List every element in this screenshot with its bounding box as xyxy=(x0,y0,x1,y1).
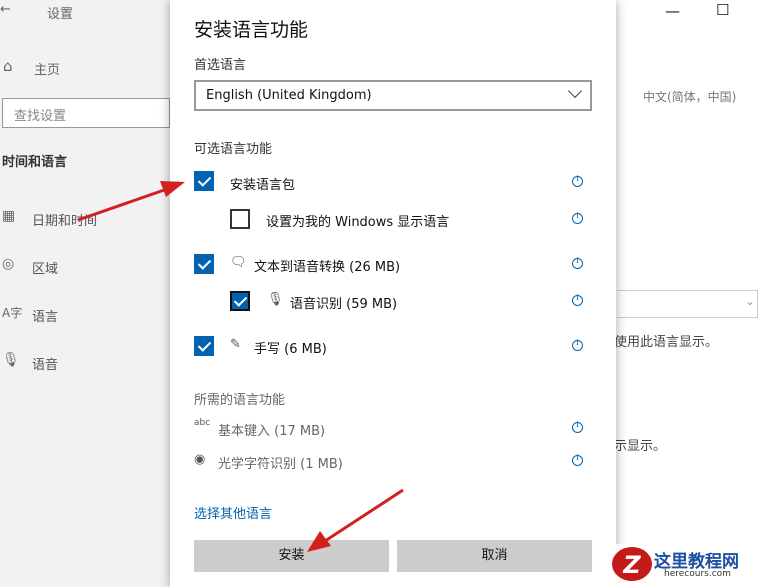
info-icon[interactable] xyxy=(572,211,583,224)
handwriting-checkbox[interactable] xyxy=(194,336,214,356)
install-language-pack-checkbox[interactable] xyxy=(194,171,214,191)
nav-home-label: 主页 xyxy=(34,63,61,78)
watermark-badge-letter: Z xyxy=(623,551,641,579)
info-icon[interactable] xyxy=(572,256,583,269)
text-to-speech-checkbox[interactable] xyxy=(194,254,214,274)
abc-icon: abc xyxy=(194,418,211,428)
home-icon: ⌂ xyxy=(3,57,13,75)
nav-item-label: 日期和时间 xyxy=(32,214,98,229)
cancel-button-label: 取消 xyxy=(481,548,508,563)
nav-item-label: 语音 xyxy=(32,358,59,373)
optional-features-heading: 可选语言功能 xyxy=(194,142,273,157)
preferred-language-select[interactable]: English (United Kingdom) xyxy=(194,80,592,111)
nav-item-label: 语言 xyxy=(32,310,59,325)
choose-other-language-link[interactable]: 选择其他语言 xyxy=(194,503,272,522)
info-icon[interactable] xyxy=(572,174,583,187)
info-icon[interactable] xyxy=(572,293,583,306)
globe-icon: ◎ xyxy=(2,256,15,272)
back-button[interactable]: ← xyxy=(0,2,11,17)
set-display-language-label: 设置为我的 Windows 显示语言 xyxy=(266,215,450,230)
search-input[interactable]: 查找设置 xyxy=(2,98,170,128)
speech-recognition-checkbox[interactable] xyxy=(230,291,250,311)
section-heading: 时间和语言 xyxy=(2,155,68,170)
calendar-clock-icon: ▦ xyxy=(2,208,16,224)
basic-typing-label: 基本键入 (17 MB) xyxy=(218,424,326,439)
display-text-partial: 示显示。 xyxy=(614,439,667,454)
nav-item-language[interactable]: A字 语言 xyxy=(0,303,170,327)
info-icon[interactable] xyxy=(572,338,583,351)
maximize-button[interactable]: ☐ xyxy=(716,1,729,19)
install-language-dialog: 安装语言功能 首选语言 English (United Kingdom) 可选语… xyxy=(170,0,616,587)
language-icon: A字 xyxy=(2,306,23,320)
speech-recognition-label: 语音识别 (59 MB) xyxy=(290,297,398,312)
info-icon[interactable] xyxy=(572,453,583,466)
window-title: 设置 xyxy=(47,7,74,22)
watermark-badge: Z xyxy=(612,547,652,581)
camera-icon: ◉ xyxy=(194,452,206,467)
nav-item-speech[interactable]: 🎙 语音 xyxy=(0,351,170,375)
set-display-language-checkbox[interactable] xyxy=(230,209,250,229)
settings-nav-pane: ← 设置 ⌂ 主页 查找设置 时间和语言 ▦ 日期和时间 ◎ 区域 A字 语言 … xyxy=(0,0,170,587)
chevron-down-icon xyxy=(567,83,583,99)
watermark-url: herecours.com xyxy=(664,569,731,579)
install-language-pack-label: 安装语言包 xyxy=(230,178,296,193)
ocr-label: 光学字符识别 (1 MB) xyxy=(218,457,343,472)
preferred-language-label: 首选语言 xyxy=(194,58,247,73)
chevron-down-icon: ⌄ xyxy=(744,294,755,308)
minimize-button[interactable]: — xyxy=(665,2,680,20)
text-to-speech-label: 文本到语音转换 (26 MB) xyxy=(254,260,401,275)
nav-item-date-time[interactable]: ▦ 日期和时间 xyxy=(0,207,170,231)
nav-item-label: 区域 xyxy=(32,262,59,277)
cancel-button[interactable]: 取消 xyxy=(397,540,592,572)
text-to-speech-icon: 🗨 xyxy=(230,255,247,270)
search-placeholder: 查找设置 xyxy=(14,109,67,124)
nav-item-region[interactable]: ◎ 区域 xyxy=(0,255,170,279)
microphone-icon: 🎙 xyxy=(267,292,284,307)
required-features-heading: 所需的语言功能 xyxy=(194,393,286,408)
microphone-icon: 🎙 xyxy=(2,352,20,368)
preferred-language-value: English (United Kingdom) xyxy=(206,88,372,103)
install-button[interactable]: 安装 xyxy=(194,540,389,572)
language-dropdown[interactable]: ⌄ xyxy=(617,290,758,318)
dialog-title: 安装语言功能 xyxy=(194,19,309,41)
info-icon[interactable] xyxy=(572,420,583,433)
handwriting-label: 手写 (6 MB) xyxy=(254,342,327,357)
pen-icon: ✎ xyxy=(230,337,241,352)
watermark-logo: Z 这里教程网 herecours.com xyxy=(612,544,758,587)
install-button-label: 安装 xyxy=(278,548,305,563)
current-language-text: 中文(简体，中国) xyxy=(643,90,737,104)
display-language-text: 使用此语言显示。 xyxy=(614,335,719,350)
nav-home[interactable]: ⌂ 主页 xyxy=(0,57,170,79)
